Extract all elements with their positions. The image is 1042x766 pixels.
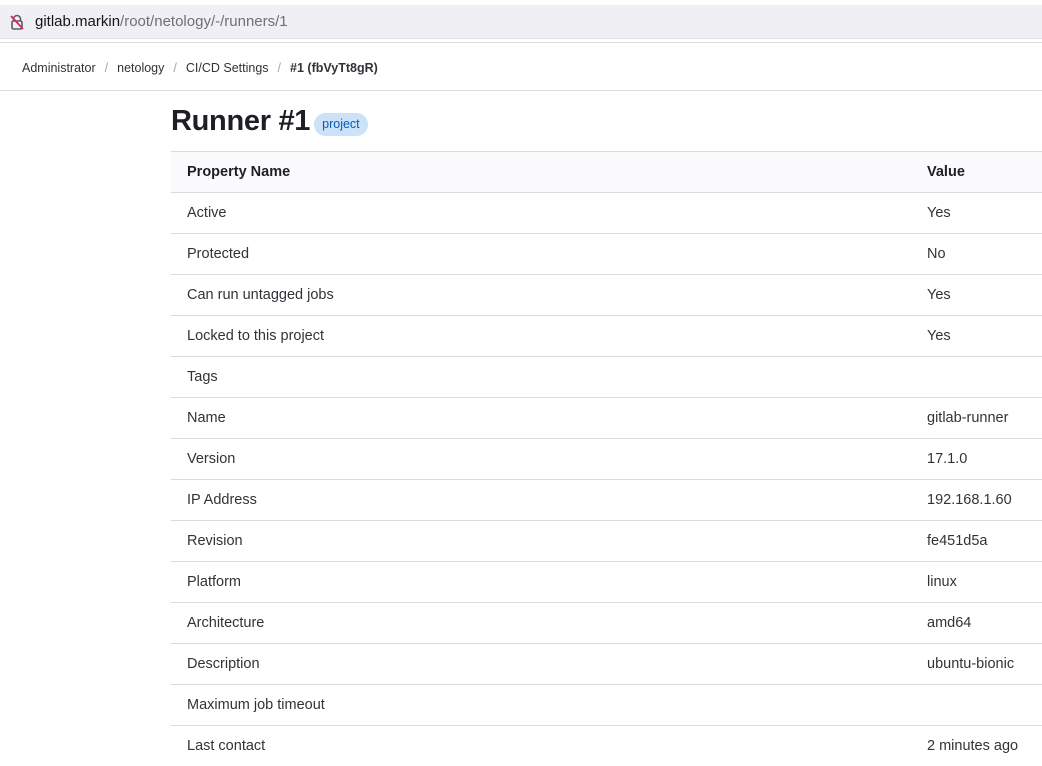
table-row: Can run untagged jobsYes: [171, 275, 1042, 316]
title-row: Runner #1project: [171, 104, 368, 138]
property-name: Name: [171, 398, 911, 439]
property-name: Revision: [171, 521, 911, 562]
property-name: Protected: [171, 234, 911, 275]
property-name: IP Address: [171, 480, 911, 521]
table-row: Revisionfe451d5a: [171, 521, 1042, 562]
column-header-value: Value: [911, 152, 1042, 193]
breadcrumb: Administrator / netology / CI/CD Settings / #1…: [22, 60, 378, 76]
table-row: Maximum job timeout: [171, 685, 1042, 726]
breadcrumb-item-administrator[interactable]: Administrator: [22, 61, 96, 75]
breadcrumb-separator: /: [105, 61, 108, 75]
table-row: IP Address192.168.1.60: [171, 480, 1042, 521]
property-name: Tags: [171, 357, 911, 398]
breadcrumb-divider: [0, 90, 1042, 91]
url-host: gitlab.markin: [35, 13, 120, 30]
breadcrumb-item-netology[interactable]: netology: [117, 61, 164, 75]
property-name: Description: [171, 644, 911, 685]
table-row: Architectureamd64: [171, 603, 1042, 644]
property-value: fe451d5a: [911, 521, 1042, 562]
property-value: 17.1.0: [911, 439, 1042, 480]
property-name: Architecture: [171, 603, 911, 644]
url-path: /root/netology/-/runners/1: [120, 13, 288, 30]
property-name: Locked to this project: [171, 316, 911, 357]
property-value: Yes: [911, 193, 1042, 234]
breadcrumb-item-cicd-settings[interactable]: CI/CD Settings: [186, 61, 269, 75]
table-row: Version17.1.0: [171, 439, 1042, 480]
breadcrumb-separator: /: [173, 61, 176, 75]
runner-properties-table: Property Name Value ActiveYes ProtectedN…: [171, 151, 1042, 766]
insecure-lock-icon[interactable]: [9, 14, 25, 30]
property-name: Version: [171, 439, 911, 480]
table-row: ProtectedNo: [171, 234, 1042, 275]
column-header-property-name: Property Name: [171, 152, 911, 193]
property-value: amd64: [911, 603, 1042, 644]
property-name: Platform: [171, 562, 911, 603]
property-name: Active: [171, 193, 911, 234]
address-bar[interactable]: gitlab.markin/root/netology/-/runners/1: [0, 5, 1042, 39]
property-name: Can run untagged jobs: [171, 275, 911, 316]
property-value: ubuntu-bionic: [911, 644, 1042, 685]
property-name: Last contact: [171, 726, 911, 766]
property-value: gitlab-runner: [911, 398, 1042, 439]
property-value: linux: [911, 562, 1042, 603]
table-header-row: Property Name Value: [171, 152, 1042, 193]
table-row: Tags: [171, 357, 1042, 398]
property-value: [911, 685, 1042, 726]
table-row: Locked to this projectYes: [171, 316, 1042, 357]
table-row: Platformlinux: [171, 562, 1042, 603]
table-row: Namegitlab-runner: [171, 398, 1042, 439]
property-value: 192.168.1.60: [911, 480, 1042, 521]
table-row: Last contact2 minutes ago: [171, 726, 1042, 766]
page-title: Runner #1: [171, 104, 310, 138]
header-divider: [0, 42, 1042, 43]
property-value: [911, 357, 1042, 398]
property-value: No: [911, 234, 1042, 275]
property-name: Maximum job timeout: [171, 685, 911, 726]
breadcrumb-current[interactable]: #1 (fbVyTt8gR): [290, 61, 378, 75]
property-value: 2 minutes ago: [911, 726, 1042, 766]
table-row: Descriptionubuntu-bionic: [171, 644, 1042, 685]
runner-type-badge: project: [314, 113, 368, 136]
url-text[interactable]: gitlab.markin/root/netology/-/runners/1: [35, 13, 288, 31]
property-value: Yes: [911, 275, 1042, 316]
table-row: ActiveYes: [171, 193, 1042, 234]
breadcrumb-separator: /: [278, 61, 281, 75]
property-value: Yes: [911, 316, 1042, 357]
